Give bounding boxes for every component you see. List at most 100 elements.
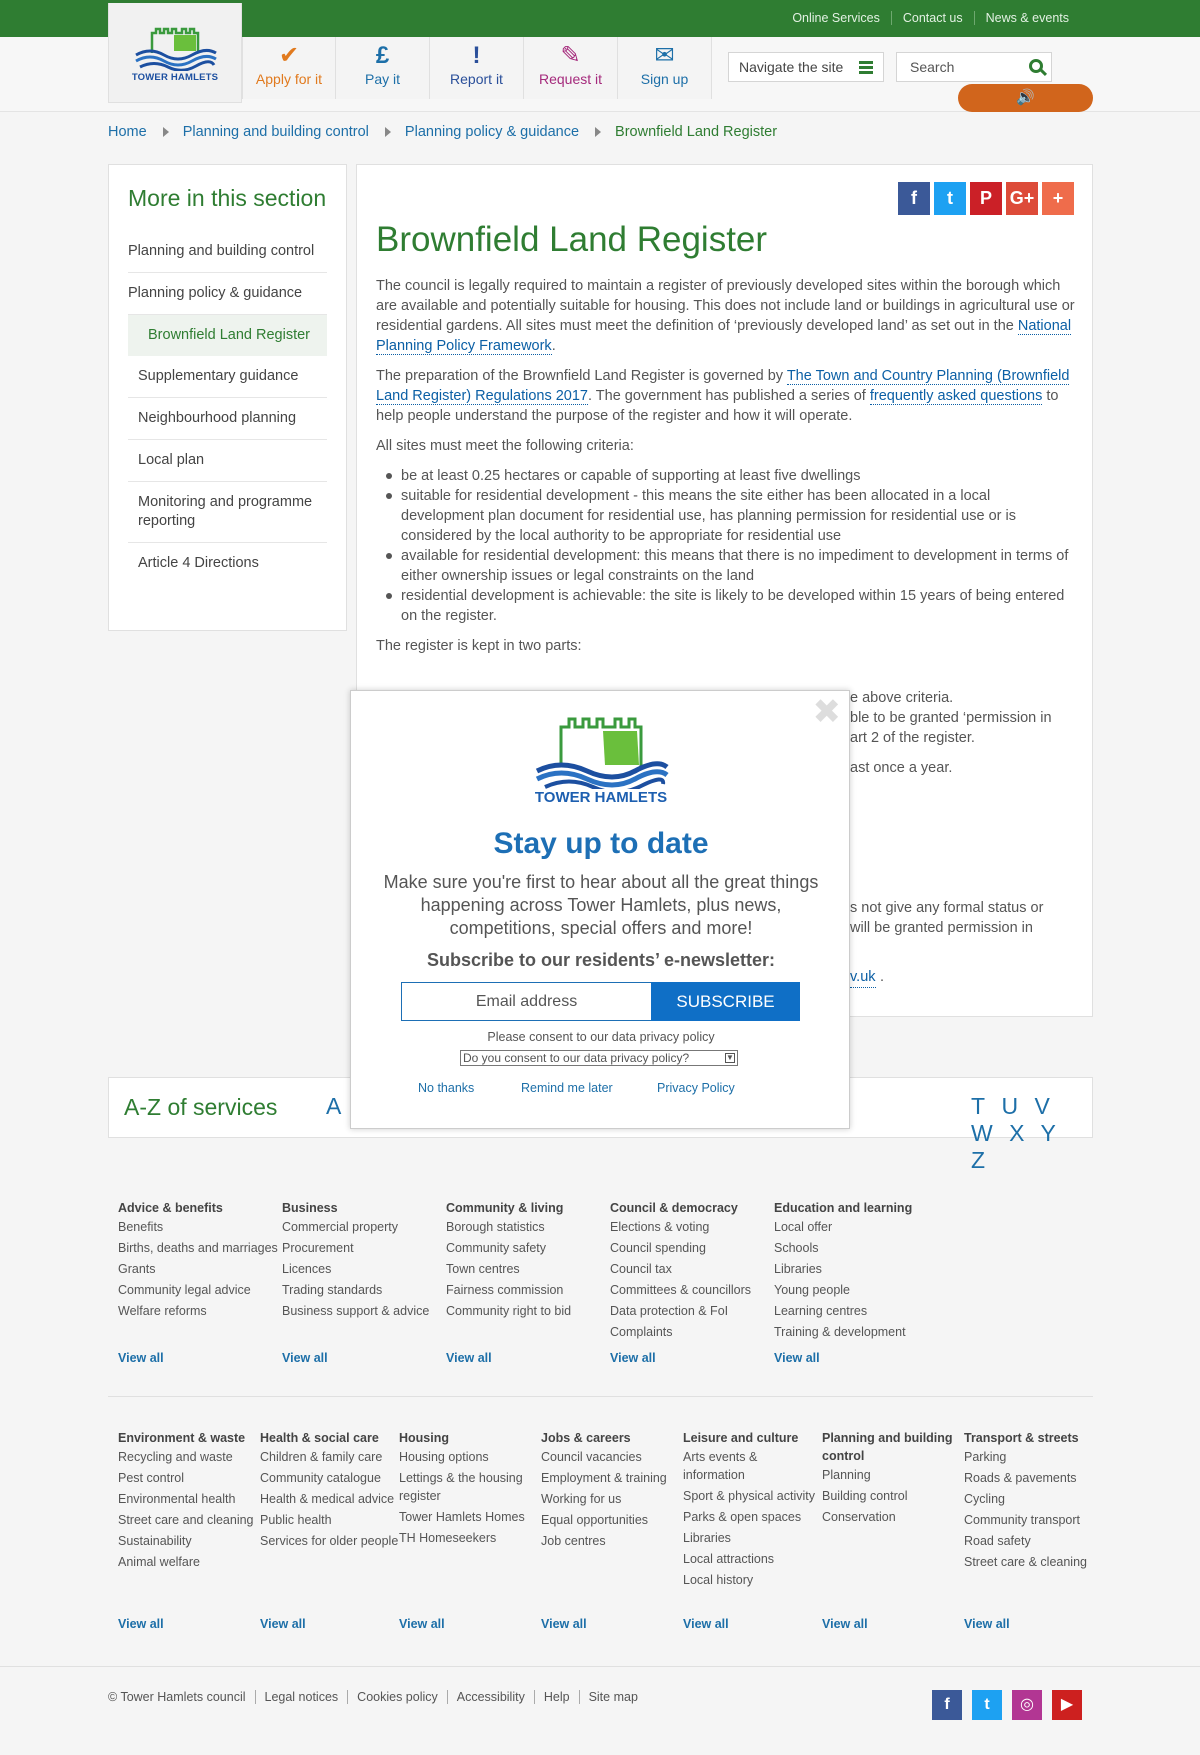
service-link[interactable]: Community transport [964, 1511, 1103, 1529]
az-letter[interactable]: Z [971, 1147, 985, 1173]
speaker-button[interactable]: 🔊 [958, 84, 1093, 112]
search-input[interactable]: Search [896, 52, 1052, 82]
view-all-link[interactable]: View all [774, 1351, 820, 1365]
sidebar-item-article4[interactable]: Article 4 Directions [128, 543, 327, 584]
service-link[interactable]: Training & development [774, 1323, 938, 1341]
service-link[interactable]: Business support & advice [282, 1302, 446, 1320]
no-thanks-link[interactable]: No thanks [418, 1081, 474, 1095]
googleplus-share-icon[interactable]: G+ [1006, 182, 1038, 215]
service-link[interactable]: Cycling [964, 1490, 1103, 1508]
view-all-link[interactable]: View all [282, 1351, 328, 1365]
breadcrumb-home[interactable]: Home [108, 124, 147, 140]
service-link[interactable]: Employment & training [541, 1469, 683, 1487]
service-link[interactable]: Elections & voting [610, 1218, 774, 1236]
service-link[interactable]: Lettings & the housing register [399, 1469, 541, 1505]
site-logo[interactable]: TOWER HAMLETS [108, 3, 242, 103]
service-link[interactable]: Borough statistics [446, 1218, 610, 1236]
service-link[interactable]: Young people [774, 1281, 938, 1299]
sidebar-item-local-plan[interactable]: Local plan [128, 440, 327, 482]
service-link[interactable]: Public health [260, 1511, 399, 1529]
email-field[interactable]: Email address [401, 982, 652, 1021]
service-link[interactable]: Arts events & information [683, 1448, 822, 1484]
tab-report-it[interactable]: ! Report it [430, 37, 524, 99]
view-all-link[interactable]: View all [610, 1351, 656, 1365]
youtube-icon[interactable]: ▶ [1052, 1690, 1082, 1720]
service-link[interactable]: Licences [282, 1260, 446, 1278]
email-link[interactable]: v.uk [850, 967, 876, 988]
service-link[interactable]: Pest control [118, 1469, 260, 1487]
service-link[interactable]: Environmental health [118, 1490, 260, 1508]
service-link[interactable]: Conservation [822, 1508, 964, 1526]
service-link[interactable]: Recycling and waste [118, 1448, 260, 1466]
service-link[interactable]: Community right to bid [446, 1302, 610, 1320]
service-link[interactable]: Street care & cleaning [964, 1553, 1103, 1571]
service-link[interactable]: Libraries [774, 1260, 938, 1278]
service-link[interactable]: Council tax [610, 1260, 774, 1278]
service-link[interactable]: Procurement [282, 1239, 446, 1257]
az-letter[interactable]: U [1001, 1093, 1018, 1119]
service-link[interactable]: Benefits [118, 1218, 282, 1236]
service-link[interactable]: Working for us [541, 1490, 683, 1508]
privacy-policy-link[interactable]: Privacy Policy [657, 1081, 735, 1095]
sidebar-item-brownfield[interactable]: Brownfield Land Register [128, 315, 327, 356]
more-share-icon[interactable]: + [1042, 182, 1074, 215]
service-link[interactable]: Complaints [610, 1323, 774, 1341]
service-link[interactable]: Welfare reforms [118, 1302, 282, 1320]
service-link[interactable]: Parking [964, 1448, 1103, 1466]
service-link[interactable]: Council vacancies [541, 1448, 683, 1466]
service-link[interactable]: TH Homeseekers [399, 1529, 541, 1547]
site-map-link[interactable]: Site map [578, 1690, 647, 1704]
view-all-link[interactable]: View all [118, 1617, 164, 1631]
subscribe-button[interactable]: SUBSCRIBE [651, 982, 800, 1021]
service-link[interactable]: Road safety [964, 1532, 1103, 1550]
service-link[interactable]: Data protection & FoI [610, 1302, 774, 1320]
service-link[interactable]: Housing options [399, 1448, 541, 1466]
breadcrumb-policy[interactable]: Planning policy & guidance [405, 124, 579, 140]
az-letter[interactable]: X [1009, 1120, 1024, 1146]
navigate-site-button[interactable]: Navigate the site [728, 52, 884, 82]
view-all-link[interactable]: View all [399, 1617, 445, 1631]
faq-link[interactable]: frequently asked questions [869, 388, 1043, 405]
sidebar-item-planning-policy[interactable]: Planning policy & guidance [128, 273, 327, 315]
sidebar-item-planning-building[interactable]: Planning and building control [128, 231, 327, 273]
service-link[interactable]: Learning centres [774, 1302, 938, 1320]
service-link[interactable]: Building control [822, 1487, 964, 1505]
facebook-icon[interactable]: f [932, 1690, 962, 1720]
view-all-link[interactable]: View all [822, 1617, 868, 1631]
service-link[interactable]: Fairness commission [446, 1281, 610, 1299]
cookies-policy-link[interactable]: Cookies policy [347, 1690, 447, 1704]
az-letter[interactable]: T [971, 1093, 985, 1119]
view-all-link[interactable]: View all [964, 1617, 1010, 1631]
service-link[interactable]: Grants [118, 1260, 282, 1278]
sidebar-item-monitoring[interactable]: Monitoring and programme reporting [128, 482, 327, 543]
service-link[interactable]: Libraries [683, 1529, 822, 1547]
legal-notices-link[interactable]: Legal notices [254, 1690, 348, 1704]
service-link[interactable]: Local history [683, 1571, 822, 1589]
az-letter[interactable]: W [971, 1120, 993, 1146]
az-letter[interactable]: Y [1040, 1120, 1055, 1146]
tab-pay-it[interactable]: £ Pay it [336, 37, 430, 99]
breadcrumb-planning[interactable]: Planning and building control [183, 124, 369, 140]
service-link[interactable]: Parks & open spaces [683, 1508, 822, 1526]
service-link[interactable]: Children & family care [260, 1448, 399, 1466]
service-link[interactable]: Community catalogue [260, 1469, 399, 1487]
consent-select[interactable]: Do you consent to our data privacy polic… [460, 1050, 738, 1066]
view-all-link[interactable]: View all [541, 1617, 587, 1631]
view-all-link[interactable]: View all [446, 1351, 492, 1365]
view-all-link[interactable]: View all [683, 1617, 729, 1631]
service-link[interactable]: Planning [822, 1466, 964, 1484]
tab-sign-up[interactable]: ✉ Sign up [618, 37, 712, 99]
news-events-link[interactable]: News & events [973, 11, 1080, 25]
service-link[interactable]: Committees & councillors [610, 1281, 774, 1299]
pinterest-share-icon[interactable]: P [970, 182, 1002, 215]
service-link[interactable]: Services for older people [260, 1532, 399, 1550]
service-link[interactable]: Schools [774, 1239, 938, 1257]
search-icon[interactable] [1029, 59, 1043, 73]
service-link[interactable]: Community safety [446, 1239, 610, 1257]
service-link[interactable]: Tower Hamlets Homes [399, 1508, 541, 1526]
sidebar-item-neighbourhood[interactable]: Neighbourhood planning [128, 398, 327, 440]
service-link[interactable]: Street care and cleaning [118, 1511, 260, 1529]
service-link[interactable]: Births, deaths and marriages [118, 1239, 282, 1257]
service-link[interactable]: Sport & physical activity [683, 1487, 822, 1505]
sidebar-item-supplementary[interactable]: Supplementary guidance [128, 356, 327, 398]
